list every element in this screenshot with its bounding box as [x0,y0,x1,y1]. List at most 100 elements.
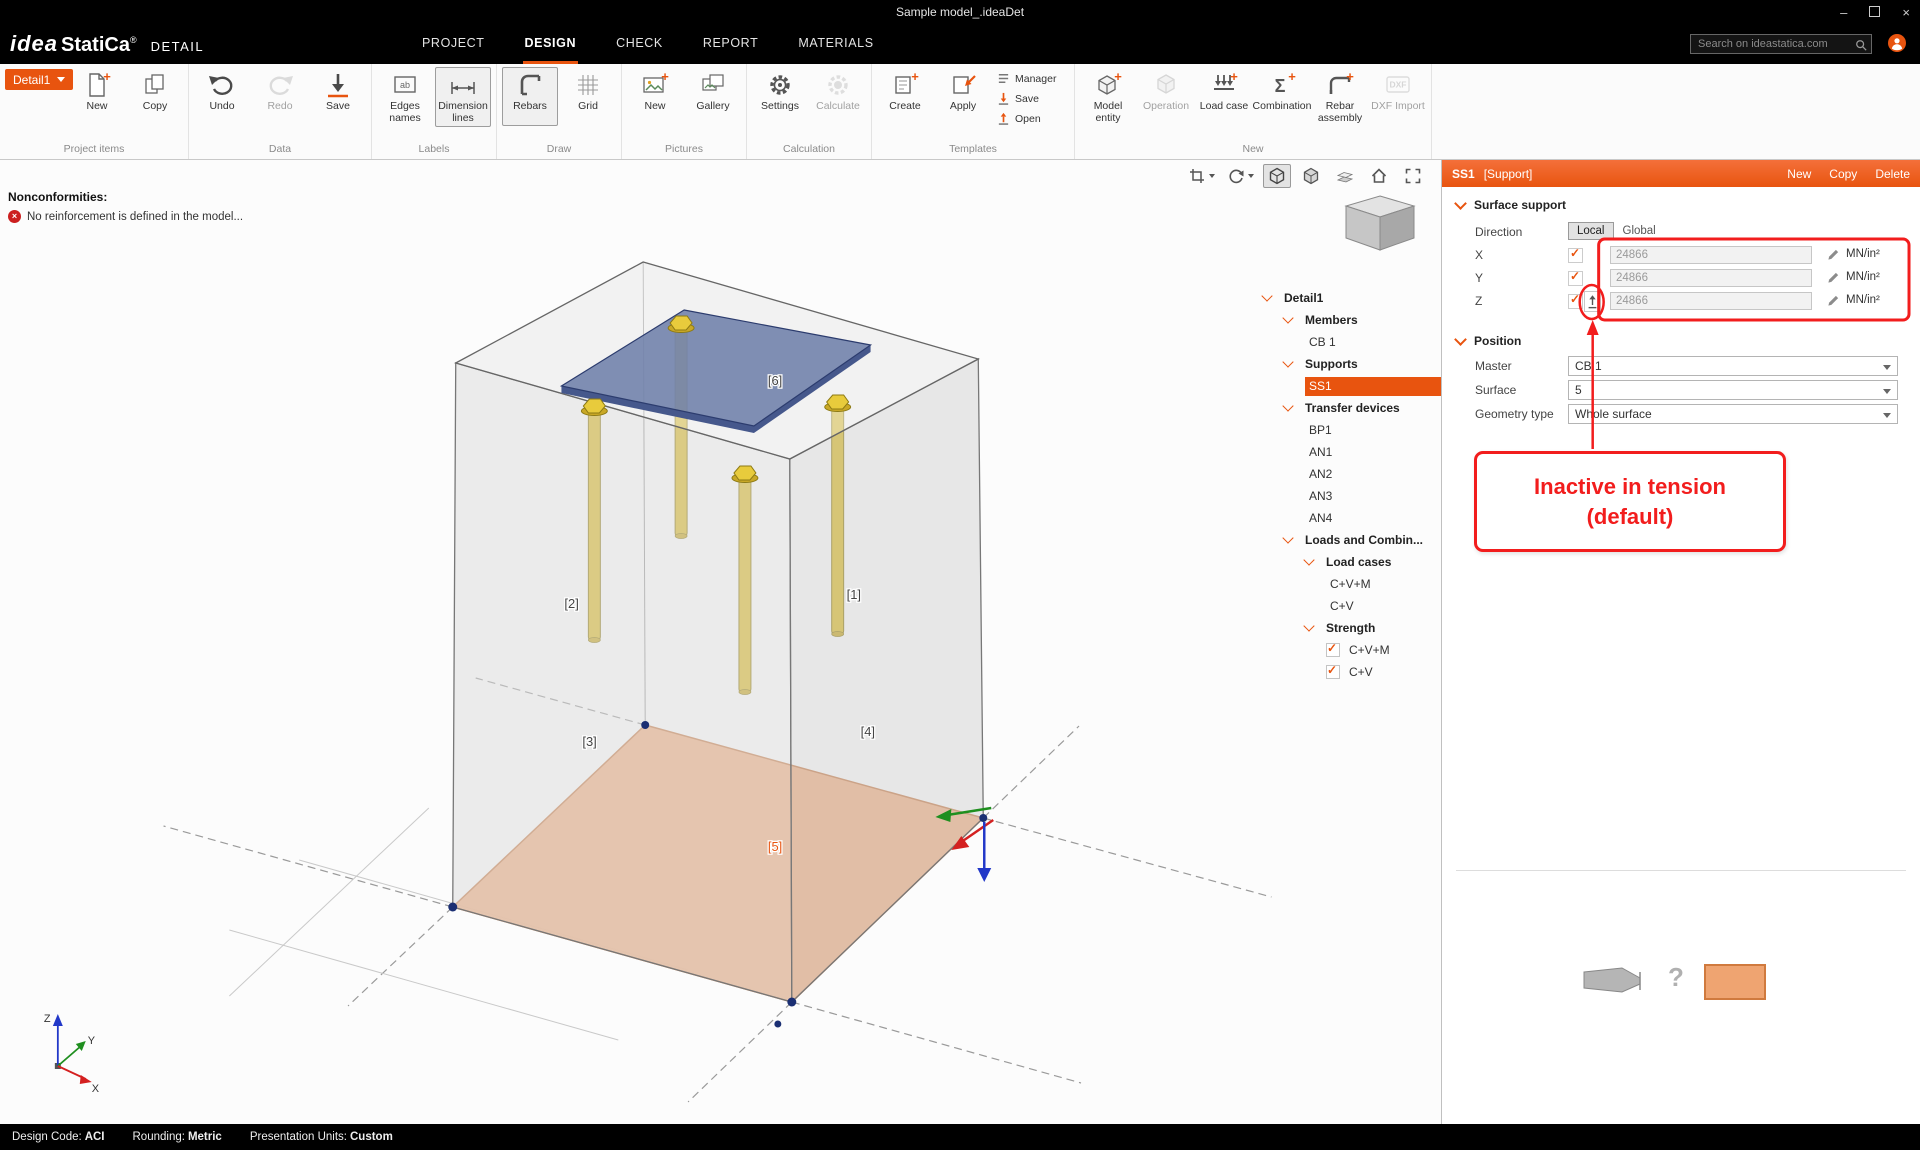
navigation-cube[interactable] [1341,194,1419,252]
ribbon-templates-manager[interactable]: Manager [997,72,1067,85]
status-value: Metric [187,1131,222,1143]
status-item: Presentation Units: Custom [250,1131,393,1143]
new-button[interactable]: New [1787,167,1811,181]
tension-behavior-icon[interactable] [1584,291,1601,312]
close-button[interactable]: × [1902,6,1910,19]
solid-view-button[interactable] [1297,164,1325,188]
status-bar: Design Code: ACI Rounding: Metric Presentati… [0,1124,1920,1150]
project-selector-button[interactable]: Detail1 [5,69,74,90]
ribbon-data-save[interactable]: Save [310,67,366,126]
stiffness-input-x[interactable]: 24866 [1610,246,1812,264]
tree-item-an2[interactable]: AN2 [1257,463,1441,485]
template-create-icon: + [890,69,920,100]
dropdown-surface[interactable]: 5 [1568,380,1898,400]
ribbon-project-items-copy[interactable]: Copy [127,67,183,126]
checkbox-c-v-m[interactable] [1326,641,1340,657]
ribbon-new-model-entity[interactable]: + Model entity [1080,67,1136,127]
tree-item-bp1[interactable]: BP1 [1257,419,1441,441]
ribbon-draw-grid[interactable]: Grid [560,67,616,126]
ribbon-templates-apply[interactable]: Apply [935,67,991,126]
ribbon-new-combination[interactable]: Σ + Combination [1253,67,1312,126]
ribbon-draw-rebars[interactable]: Rebars [502,67,558,126]
menu-tab-design[interactable]: DESIGN [522,24,579,64]
rotate-view-button[interactable] [1224,164,1257,188]
menu-tab-check[interactable]: CHECK [614,24,665,64]
edit-pencil-icon[interactable] [1827,248,1840,266]
fit-view-button[interactable] [1399,164,1427,188]
ribbon-new-rebar-assembly[interactable]: + Rebar assembly [1312,67,1368,127]
search-input[interactable] [1690,34,1872,54]
perspective-view-button[interactable] [1263,164,1291,188]
dropdown-master[interactable]: CB 1 [1568,356,1898,376]
tree-item-ss1[interactable]: SS1 [1257,375,1441,397]
tree-item-cb-1[interactable]: CB 1 [1257,331,1441,353]
tree-item-an3[interactable]: AN3 [1257,485,1441,507]
ribbon-data-undo[interactable]: Undo [194,67,250,126]
section-view-button[interactable] [1185,164,1218,188]
ribbon-project-items-new[interactable]: + New [69,67,125,126]
chevron-expanded-icon[interactable] [1303,620,1315,632]
dropdown-geometry-type[interactable]: Whole surface [1568,404,1898,424]
checkbox-c-v[interactable] [1326,663,1340,679]
maximize-button[interactable] [1869,5,1881,19]
chevron-expanded-icon[interactable] [1282,312,1294,324]
checkbox-z[interactable] [1568,292,1583,309]
tree-item-c-v-m[interactable]: C+V+M [1257,639,1441,661]
stiffness-input-z[interactable]: 24866 [1610,292,1812,310]
tree-item-c-v[interactable]: C+V [1257,661,1441,683]
chevron-expanded-icon[interactable] [1261,290,1273,302]
edit-pencil-icon[interactable] [1827,271,1840,289]
stiffness-input-y[interactable]: 24866 [1610,269,1812,287]
concrete-block-right-face[interactable] [789,357,984,1004]
tree-item-supports[interactable]: Supports [1257,353,1441,375]
ribbon-templates-open[interactable]: Open [997,112,1067,125]
chevron-expanded-icon[interactable] [1282,356,1294,368]
checkbox-x[interactable] [1568,246,1583,263]
ribbon-group-data: Undo Redo Save Data [189,64,372,159]
model-scene[interactable]: [1] [2] [3] [4] [5] [6] Z Y X [0,160,1441,1124]
section-position[interactable]: Position [1442,332,1521,350]
chevron-expanded-icon[interactable] [1282,532,1294,544]
ribbon-calculation-settings[interactable]: Settings [752,67,808,126]
menu-tab-materials[interactable]: MATERIALS [796,24,875,64]
home-view-button[interactable] [1365,164,1393,188]
ribbon-pictures-gallery[interactable]: Gallery [685,67,741,126]
tree-item-members[interactable]: Members [1257,309,1441,331]
chevron-expanded-icon[interactable] [1303,554,1315,566]
ribbon-templates-create[interactable]: + Create [877,67,933,126]
tree-item-strength[interactable]: Strength [1257,617,1441,639]
copy-button[interactable]: Copy [1829,167,1857,181]
chevron-expanded-icon[interactable] [1282,400,1294,412]
tree-item-loads-and-combin[interactable]: Loads and Combin... [1257,529,1441,551]
ribbon-pictures-new[interactable]: + New [627,67,683,126]
content-area: [1] [2] [3] [4] [5] [6] Z Y X Nonconform… [0,160,1920,1124]
tree-item-transfer-devices[interactable]: Transfer devices [1257,397,1441,419]
minimize-button[interactable]: – [1840,6,1847,19]
ribbon-templates-save[interactable]: Save [997,92,1067,105]
ribbon-new-load-case[interactable]: + Load case [1196,67,1252,126]
ribbon-labels-edges-names[interactable]: ab Edges names [377,67,433,127]
section-surface-support[interactable]: Surface support [1442,196,1566,214]
menu-tab-report[interactable]: REPORT [701,24,760,64]
delete-button[interactable]: Delete [1875,167,1910,181]
edit-pencil-icon[interactable] [1827,294,1840,312]
ribbon-labels-dimension-lines[interactable]: Dimension lines [435,67,491,128]
search-icon[interactable] [1855,38,1867,56]
checkbox-y[interactable] [1568,269,1583,286]
viewport[interactable]: [1] [2] [3] [4] [5] [6] Z Y X Nonconform… [0,160,1441,1124]
operation-icon [1151,70,1181,100]
menu-tab-project[interactable]: PROJECT [420,24,487,64]
tree-item-an4[interactable]: AN4 [1257,507,1441,529]
copy-icon [140,70,170,100]
concrete-block-left-face[interactable] [452,362,793,1003]
faces-view-button[interactable] [1331,164,1359,188]
direction-local-option[interactable]: Local [1568,222,1614,240]
tree-item-load-cases[interactable]: Load cases [1257,551,1441,573]
tree-item-c-v-m[interactable]: C+V+M [1257,573,1441,595]
tree-item-detail1[interactable]: Detail1 [1257,287,1441,309]
direction-global-option[interactable]: Global [1614,222,1665,240]
tree-item-c-v[interactable]: C+V [1257,595,1441,617]
status-item: Rounding: Metric [133,1131,222,1143]
user-profile-icon[interactable] [1888,34,1906,52]
tree-item-an1[interactable]: AN1 [1257,441,1441,463]
